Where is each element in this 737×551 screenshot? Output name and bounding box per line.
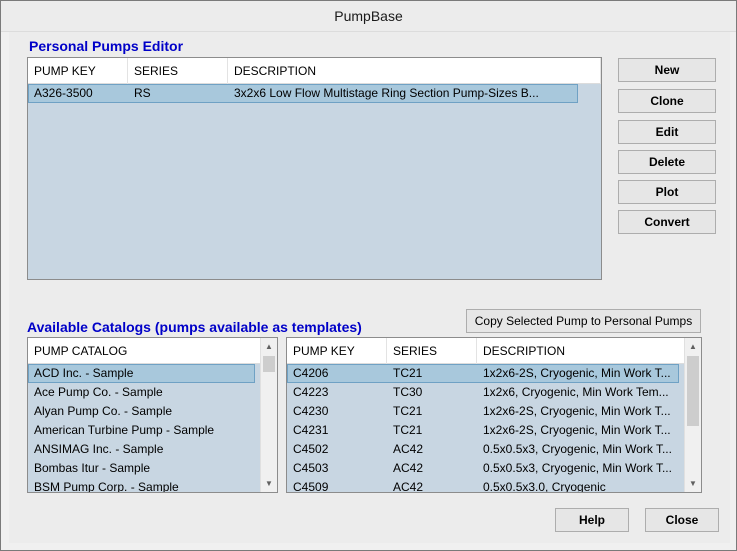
close-button[interactable]: Close xyxy=(645,508,719,532)
list-item[interactable]: American Turbine Pump - Sample xyxy=(28,421,277,440)
pump-key-cell: C4230 xyxy=(293,404,329,418)
pump-catalog-list[interactable]: PUMP CATALOG ACD Inc. - Sample Ace Pump … xyxy=(27,337,278,493)
catalog-name: ACD Inc. - Sample xyxy=(34,366,134,380)
series-cell: TC21 xyxy=(393,423,423,437)
description-cell: 1x2x6-2S, Cryogenic, Min Work T... xyxy=(483,404,671,418)
plot-button[interactable]: Plot xyxy=(618,180,716,204)
column-pump-key[interactable]: PUMP KEY xyxy=(28,58,128,84)
series-cell: AC42 xyxy=(393,480,424,493)
list-item[interactable]: Alyan Pump Co. - Sample xyxy=(28,402,277,421)
personal-pumps-header: PUMP KEY SERIES DESCRIPTION xyxy=(28,58,601,84)
column-description[interactable]: DESCRIPTION xyxy=(477,338,685,364)
new-button[interactable]: New xyxy=(618,58,716,82)
scroll-thumb[interactable] xyxy=(263,356,275,372)
table-row[interactable]: C4503 AC42 0.5x0.5x3, Cryogenic, Min Wor… xyxy=(287,459,701,478)
column-series[interactable]: SERIES xyxy=(387,338,477,364)
available-catalogs-title: Available Catalogs (pumps available as t… xyxy=(27,319,362,335)
column-description[interactable]: DESCRIPTION xyxy=(228,58,601,84)
series-cell: RS xyxy=(134,86,151,100)
series-cell: AC42 xyxy=(393,461,424,475)
scroll-down-icon[interactable]: ▼ xyxy=(261,475,277,492)
pump-key-cell: C4509 xyxy=(293,480,329,493)
list-item[interactable]: ANSIMAG Inc. - Sample xyxy=(28,440,277,459)
personal-pumps-table[interactable]: PUMP KEY SERIES DESCRIPTION A326-3500 RS… xyxy=(27,57,602,280)
scroll-thumb[interactable] xyxy=(687,356,699,426)
table-row[interactable]: A326-3500 RS 3x2x6 Low Flow Multistage R… xyxy=(28,84,578,103)
table-row[interactable]: C4509 AC42 0.5x0.5x3.0, Cryogenic xyxy=(287,478,701,493)
scroll-down-icon[interactable]: ▼ xyxy=(685,475,701,492)
catalog-name: Ace Pump Co. - Sample xyxy=(34,385,163,399)
catalog-name: Bombas Itur - Sample xyxy=(34,461,151,475)
description-cell: 0.5x0.5x3, Cryogenic, Min Work T... xyxy=(483,442,672,456)
main-panel: Personal Pumps Editor PUMP KEY SERIES DE… xyxy=(9,32,730,543)
description-cell: 1x2x6-2S, Cryogenic, Min Work T... xyxy=(483,366,671,380)
pump-key-cell: C4206 xyxy=(293,366,329,380)
pump-key-cell: C4503 xyxy=(293,461,329,475)
catalog-name: Alyan Pump Co. - Sample xyxy=(34,404,173,418)
table-row[interactable]: C4502 AC42 0.5x0.5x3, Cryogenic, Min Wor… xyxy=(287,440,701,459)
description-cell: 0.5x0.5x3.0, Cryogenic xyxy=(483,480,606,493)
list-item[interactable]: BSM Pump Corp. - Sample xyxy=(28,478,277,493)
series-cell: TC21 xyxy=(393,366,423,380)
pump-key-cell: C4502 xyxy=(293,442,329,456)
catalog-name: ANSIMAG Inc. - Sample xyxy=(34,442,164,456)
scroll-up-icon[interactable]: ▲ xyxy=(685,338,701,355)
series-cell: TC30 xyxy=(393,385,423,399)
copy-to-personal-button[interactable]: Copy Selected Pump to Personal Pumps xyxy=(466,309,701,333)
catalog-name: American Turbine Pump - Sample xyxy=(34,423,215,437)
pump-key-cell: A326-3500 xyxy=(34,86,93,100)
series-cell: TC21 xyxy=(393,404,423,418)
column-series[interactable]: SERIES xyxy=(128,58,228,84)
convert-button[interactable]: Convert xyxy=(618,210,716,234)
personal-pumps-title: Personal Pumps Editor xyxy=(29,38,184,54)
table-row[interactable]: C4231 TC21 1x2x6-2S, Cryogenic, Min Work… xyxy=(287,421,701,440)
catalog-scrollbar[interactable]: ▲ ▼ xyxy=(260,338,277,492)
catalog-pumps-header: PUMP KEY SERIES DESCRIPTION xyxy=(287,338,685,364)
pump-key-cell: C4223 xyxy=(293,385,329,399)
list-item[interactable]: Ace Pump Co. - Sample xyxy=(28,383,277,402)
catalog-pumps-table[interactable]: PUMP KEY SERIES DESCRIPTION C4206 TC21 1… xyxy=(286,337,702,493)
edit-button[interactable]: Edit xyxy=(618,120,716,144)
list-item[interactable]: ACD Inc. - Sample xyxy=(28,364,255,383)
column-pump-key[interactable]: PUMP KEY xyxy=(287,338,387,364)
table-row[interactable]: C4206 TC21 1x2x6-2S, Cryogenic, Min Work… xyxy=(287,364,679,383)
clone-button[interactable]: Clone xyxy=(618,89,716,113)
pumpbase-window: PumpBase Personal Pumps Editor PUMP KEY … xyxy=(0,0,737,551)
list-item[interactable]: Bombas Itur - Sample xyxy=(28,459,277,478)
catalog-list-header: PUMP CATALOG xyxy=(28,338,261,364)
column-pump-catalog[interactable]: PUMP CATALOG xyxy=(28,338,261,364)
description-cell: 1x2x6, Cryogenic, Min Work Tem... xyxy=(483,385,669,399)
pump-key-cell: C4231 xyxy=(293,423,329,437)
description-cell: 3x2x6 Low Flow Multistage Ring Section P… xyxy=(234,86,539,100)
pumps-scrollbar[interactable]: ▲ ▼ xyxy=(684,338,701,492)
help-button[interactable]: Help xyxy=(555,508,629,532)
description-cell: 1x2x6-2S, Cryogenic, Min Work T... xyxy=(483,423,671,437)
table-row[interactable]: C4223 TC30 1x2x6, Cryogenic, Min Work Te… xyxy=(287,383,701,402)
table-row[interactable]: C4230 TC21 1x2x6-2S, Cryogenic, Min Work… xyxy=(287,402,701,421)
delete-button[interactable]: Delete xyxy=(618,150,716,174)
catalog-name: BSM Pump Corp. - Sample xyxy=(34,480,179,493)
description-cell: 0.5x0.5x3, Cryogenic, Min Work T... xyxy=(483,461,672,475)
scroll-up-icon[interactable]: ▲ xyxy=(261,338,277,355)
series-cell: AC42 xyxy=(393,442,424,456)
window-title: PumpBase xyxy=(1,1,736,32)
